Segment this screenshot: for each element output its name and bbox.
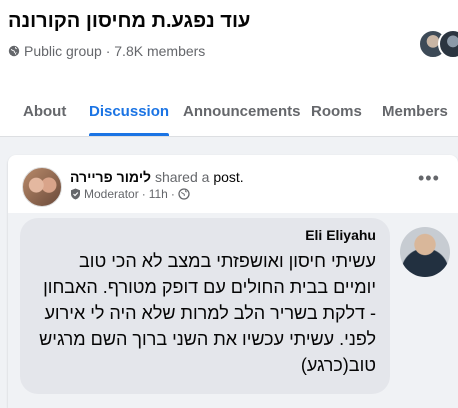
- group-meta-text[interactable]: Public group · 7.8K members: [24, 43, 205, 59]
- tab-discussion[interactable]: Discussion: [89, 90, 170, 136]
- group-meta: Public group · 7.8K members: [8, 43, 205, 59]
- separator: ·: [141, 187, 146, 201]
- post-header: לימור פריירה shared a post.: [70, 169, 244, 185]
- comment-text: עשיתי חיסון ואושפזתי במצב לא הכי טוב יומ…: [39, 251, 376, 375]
- tab-announcements[interactable]: Announcements: [183, 90, 301, 136]
- post-role: Moderator: [84, 187, 139, 201]
- post-subline: Moderator · 11h ·: [70, 187, 190, 201]
- group-header: עוד נפגע.ת מחיסון הקורונה Public group ·…: [0, 0, 458, 137]
- separator: ·: [170, 187, 175, 201]
- post-card: לימור פריירה shared a post. Moderator · …: [8, 155, 458, 408]
- comment-bubble: Eli Eliyahu עשיתי חיסון ואושפזתי במצב לא…: [20, 218, 390, 394]
- commenter-avatar: [400, 227, 450, 277]
- globe-icon: [8, 45, 20, 57]
- post-author[interactable]: לימור פריירה: [70, 169, 151, 185]
- more-horizontal-icon[interactable]: •••: [418, 169, 440, 187]
- shared-label: shared a: [154, 169, 210, 185]
- member-avatars[interactable]: [418, 26, 458, 62]
- tab-rooms[interactable]: Rooms: [311, 90, 362, 136]
- tab-members[interactable]: Members: [382, 90, 448, 136]
- author-avatar[interactable]: [22, 167, 62, 207]
- public-globe-icon: [178, 188, 190, 200]
- commenter-name: Eli Eliyahu: [305, 227, 376, 243]
- moderator-shield-icon: [71, 188, 80, 200]
- post-link[interactable]: post.: [213, 169, 243, 185]
- post-time[interactable]: 11h: [149, 187, 168, 201]
- tab-about[interactable]: About: [23, 90, 66, 136]
- group-tabs: About Discussion Announcements Rooms Mem…: [0, 90, 458, 136]
- group-title[interactable]: עוד נפגע.ת מחיסון הקורונה: [8, 10, 250, 33]
- shared-comment-image[interactable]: Eli Eliyahu עשיתי חיסון ואושפזתי במצב לא…: [8, 213, 458, 408]
